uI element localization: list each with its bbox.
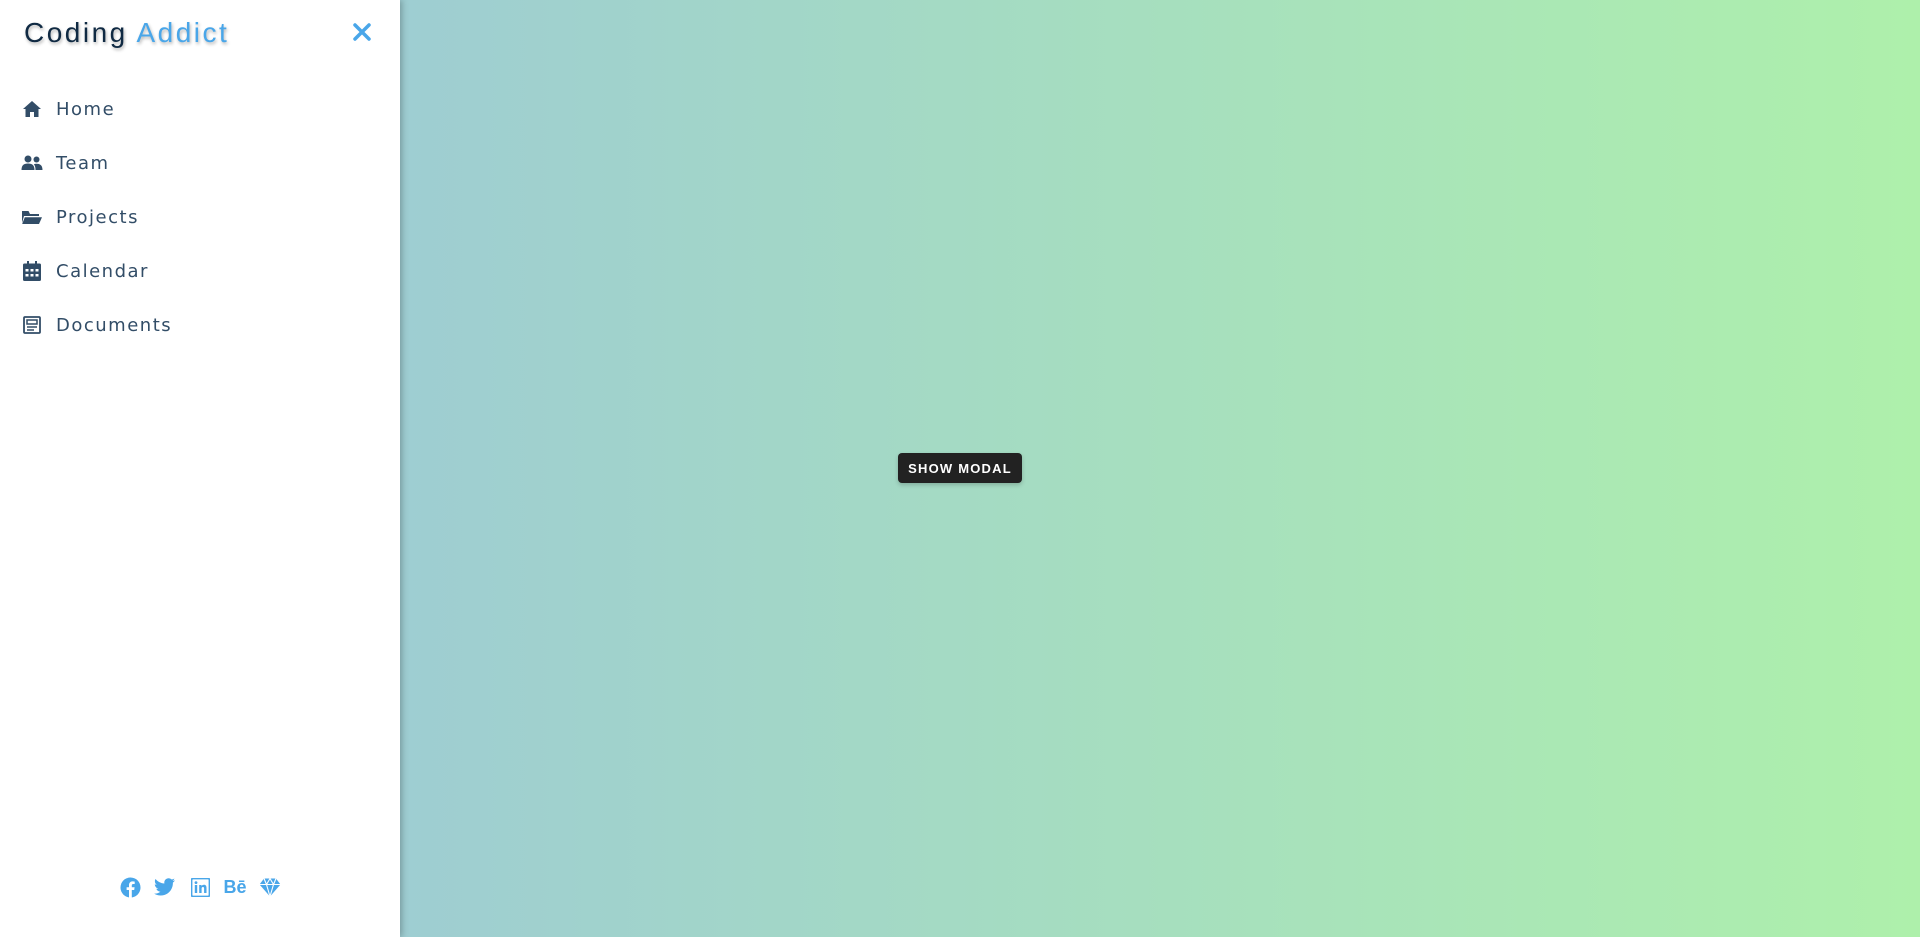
document-icon bbox=[21, 314, 43, 336]
social-links: Bē bbox=[0, 876, 400, 898]
logo-text-accent: Addict bbox=[136, 17, 230, 48]
sidebar-item-label: Home bbox=[56, 98, 116, 120]
sidebar-header: Coding Addict bbox=[24, 14, 376, 52]
linkedin-link[interactable] bbox=[189, 876, 211, 898]
sketch-link[interactable] bbox=[259, 876, 281, 898]
behance-icon: Bē bbox=[223, 876, 247, 897]
show-modal-button[interactable]: SHOW MODAL bbox=[898, 453, 1022, 483]
close-sidebar-button[interactable] bbox=[348, 18, 376, 46]
folder-open-icon bbox=[21, 206, 43, 228]
logo-text-main: Coding bbox=[24, 17, 128, 48]
sidebar-item-calendar[interactable]: Calendar bbox=[0, 244, 400, 298]
behance-link[interactable]: Bē bbox=[223, 876, 247, 898]
sidebar-item-label: Calendar bbox=[56, 260, 149, 282]
linkedin-icon bbox=[190, 877, 210, 897]
sidebar-item-label: Team bbox=[56, 152, 110, 174]
sidebar-item-projects[interactable]: Projects bbox=[0, 190, 400, 244]
sidebar-nav: Home Team Projects Calendar Documents bbox=[0, 82, 400, 352]
twitter-link[interactable] bbox=[154, 876, 176, 898]
close-icon bbox=[353, 23, 371, 41]
sidebar-item-documents[interactable]: Documents bbox=[0, 298, 400, 352]
twitter-icon bbox=[154, 878, 175, 896]
facebook-icon bbox=[120, 877, 140, 897]
home-icon bbox=[21, 98, 43, 120]
sidebar-item-team[interactable]: Team bbox=[0, 136, 400, 190]
sidebar-item-home[interactable]: Home bbox=[0, 82, 400, 136]
sketch-icon bbox=[259, 877, 281, 897]
users-icon bbox=[21, 152, 43, 174]
sidebar-item-label: Documents bbox=[56, 314, 173, 336]
facebook-link[interactable] bbox=[119, 876, 141, 898]
logo: Coding Addict bbox=[24, 14, 229, 52]
calendar-icon bbox=[21, 260, 43, 282]
sidebar: Coding Addict Home Team Projects Calenda… bbox=[0, 0, 400, 937]
sidebar-item-label: Projects bbox=[56, 206, 139, 228]
